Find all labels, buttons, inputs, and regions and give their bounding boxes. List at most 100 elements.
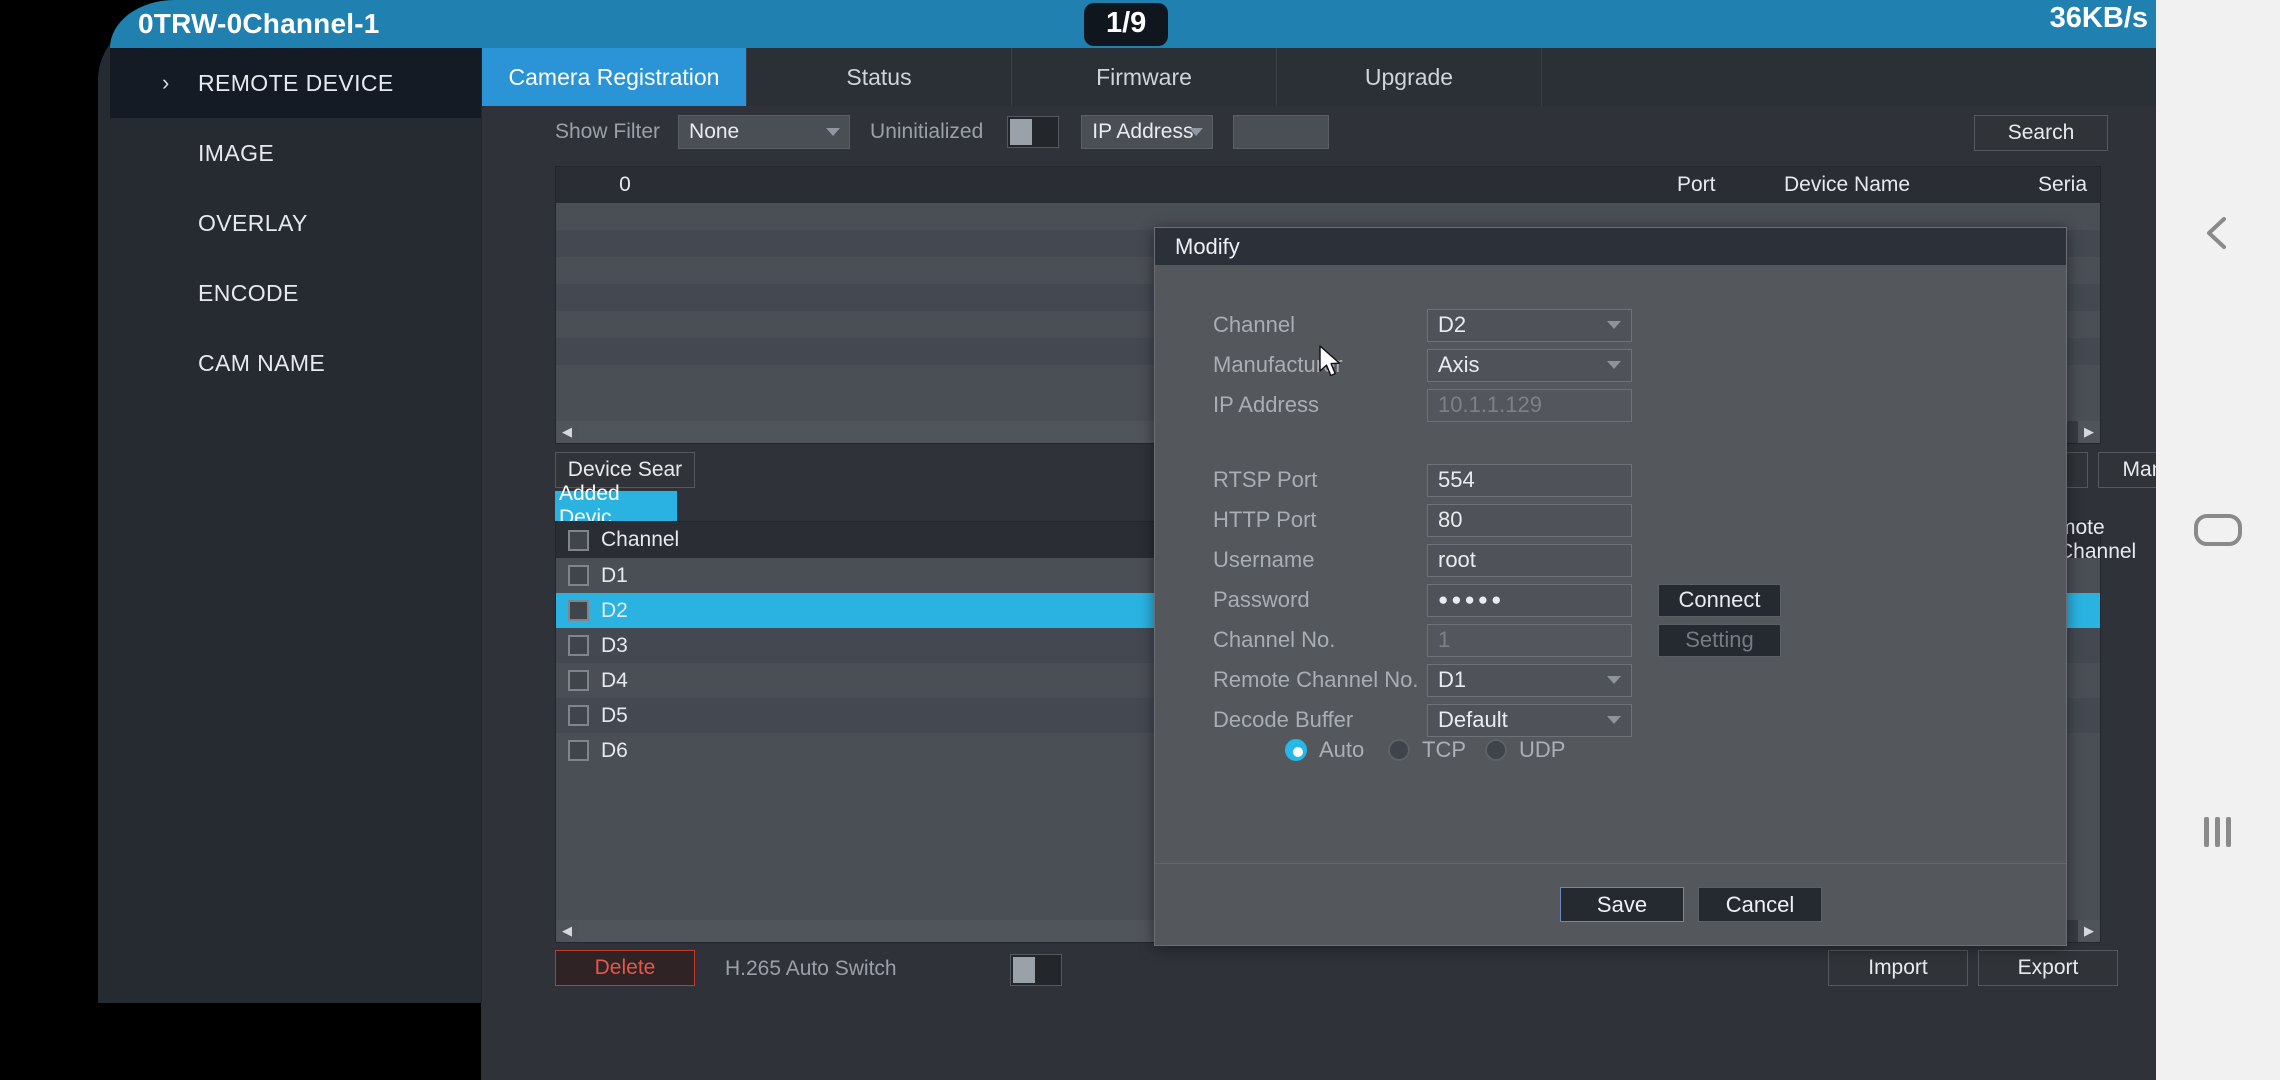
device-screen: 0TRW-0Channel-1 36KB/s › REMOTE DEVICE I… [0,0,2280,1080]
tab-bar-filler [1542,48,2156,106]
h265-auto-switch-toggle[interactable] [1010,954,1062,986]
remote-channel-no-value: D1 [1438,667,1467,692]
decode-buffer-select[interactable]: Default [1427,703,1632,737]
filter-row: Show Filter None Uninitialized IP Addres… [482,106,2156,158]
column-header-port[interactable]: Port [1677,167,1716,203]
search-button[interactable]: Search [1974,115,2108,151]
tab-bar: Camera Registration Status Firmware Upgr… [482,48,2156,106]
row-checkbox[interactable] [568,740,589,761]
search-results-header: 0 Port Device Name Seria [556,167,2100,203]
decode-buffer-value: Default [1438,707,1508,732]
ip-address-label: IP Address [1213,392,1319,417]
row-checkbox[interactable] [568,635,589,656]
scroll-left-icon[interactable]: ◀ [556,920,578,942]
button-label: Import [1868,956,1928,979]
channel-select[interactable]: D2 [1427,308,1632,342]
search-button-label: Search [2007,121,2075,144]
username-field[interactable]: root [1427,543,1632,577]
cancel-button[interactable]: Cancel [1698,887,1822,922]
sidebar-item-cam-name[interactable]: CAM NAME [110,328,481,398]
delete-button[interactable]: Delete [555,950,695,986]
manufacturer-select[interactable]: Axis [1427,348,1632,382]
protocol-option-tcp[interactable]: TCP [1388,737,1466,763]
http-port-label: HTTP Port [1213,507,1317,532]
content-panel: Camera Registration Status Firmware Upgr… [481,48,2156,1026]
recents-icon[interactable] [2156,812,2280,852]
radio-auto-icon[interactable] [1285,739,1307,761]
sidebar-item-remote-device[interactable]: › REMOTE DEVICE [110,48,481,118]
sidebar-item-overlay[interactable]: OVERLAY [110,188,481,258]
select-all-checkbox[interactable] [568,529,589,551]
protocol-option-auto[interactable]: Auto [1285,737,1364,763]
sidebar-item-label: IMAGE [198,139,275,166]
row-channel: D6 [601,738,628,762]
field-row-decode-buffer: Decode Buffer Default [1155,700,2066,740]
channel-no-field[interactable]: 1 [1427,623,1632,657]
ip-address-field[interactable]: 10.1.1.129 [1427,388,1632,422]
search-by-value: IP Address [1092,120,1194,143]
scroll-left-icon[interactable]: ◀ [556,421,578,443]
column-header-serial[interactable]: Seria [2038,167,2087,203]
table-row[interactable] [556,203,2100,230]
scroll-right-icon[interactable]: ▶ [2078,920,2100,942]
sidebar-item-encode[interactable]: ENCODE [110,258,481,328]
show-filter-select[interactable]: None [678,115,851,149]
tab-upgrade[interactable]: Upgrade [1277,48,1542,106]
home-icon[interactable] [2156,512,2280,548]
scroll-right-icon[interactable]: ▶ [2078,421,2100,443]
button-label: Cancel [1725,891,1795,917]
chevron-down-icon [1607,361,1621,369]
row-checkbox[interactable] [568,600,589,621]
row-checkbox[interactable] [568,670,589,691]
dialog-title: Modify [1155,228,2066,265]
tab-label: Status [846,63,912,90]
window-bottom-panel [481,1003,2156,1080]
field-row-http-port: HTTP Port 80 [1155,500,2066,540]
uninitialized-toggle[interactable] [1007,116,1060,148]
save-button[interactable]: Save [1560,887,1684,922]
import-button[interactable]: Import [1828,950,1968,986]
rtsp-port-field[interactable]: 554 [1427,463,1632,497]
tab-camera-registration[interactable]: Camera Registration [482,48,747,106]
row-checkbox[interactable] [568,565,589,586]
remote-channel-no-select[interactable]: D1 [1427,663,1632,697]
password-field[interactable]: ●●●●● [1427,583,1632,617]
tab-status[interactable]: Status [747,48,1012,106]
setting-button[interactable]: Setting [1658,623,1781,657]
column-header-channel[interactable]: Channel [601,528,679,552]
sidebar: › REMOTE DEVICE IMAGE OVERLAY ENCODE CAM… [110,48,481,1003]
search-by-select[interactable]: IP Address [1081,115,1214,149]
chevron-down-icon [1607,321,1621,329]
radio-udp-icon[interactable] [1485,739,1507,761]
toggle-knob [1013,957,1035,983]
connect-button[interactable]: Connect [1658,583,1781,617]
http-port-field[interactable]: 80 [1427,503,1632,537]
row-channel: D4 [601,668,628,692]
manual-add-button[interactable]: Manual Add [2098,452,2156,488]
show-filter-value: None [689,120,740,143]
radio-tcp-icon[interactable] [1388,739,1410,761]
column-header-num[interactable]: 0 [556,167,694,203]
protocol-auto-label: Auto [1319,737,1365,762]
back-icon[interactable] [2156,210,2280,256]
row-checkbox[interactable] [568,705,589,726]
column-header-device-name[interactable]: Device Name [1784,167,1910,203]
filter-search-input[interactable] [1233,115,1330,149]
protocol-option-udp[interactable]: UDP [1485,737,1565,763]
tab-label: Firmware [1096,63,1192,90]
password-value: ●●●●● [1438,590,1505,609]
password-label: Password [1213,587,1310,612]
column-header-remote-channel[interactable]: mote Channel [2058,516,2136,564]
tab-firmware[interactable]: Firmware [1012,48,1277,106]
export-button[interactable]: Export [1978,950,2118,986]
sidebar-item-image[interactable]: IMAGE [110,118,481,188]
tab-label: Camera Registration [508,63,720,90]
toggle-knob [1010,119,1033,145]
dialog-body: Channel D2 Manufacturer Axis IP Address … [1155,265,2066,865]
field-row-ip-address: IP Address 10.1.1.129 [1155,385,2066,425]
sidebar-item-label: ENCODE [198,279,299,306]
body-area: › REMOTE DEVICE IMAGE OVERLAY ENCODE CAM… [110,48,2156,1026]
row-channel: D5 [601,703,628,727]
chevron-right-icon: › [162,70,170,95]
chevron-down-icon [1189,128,1204,136]
